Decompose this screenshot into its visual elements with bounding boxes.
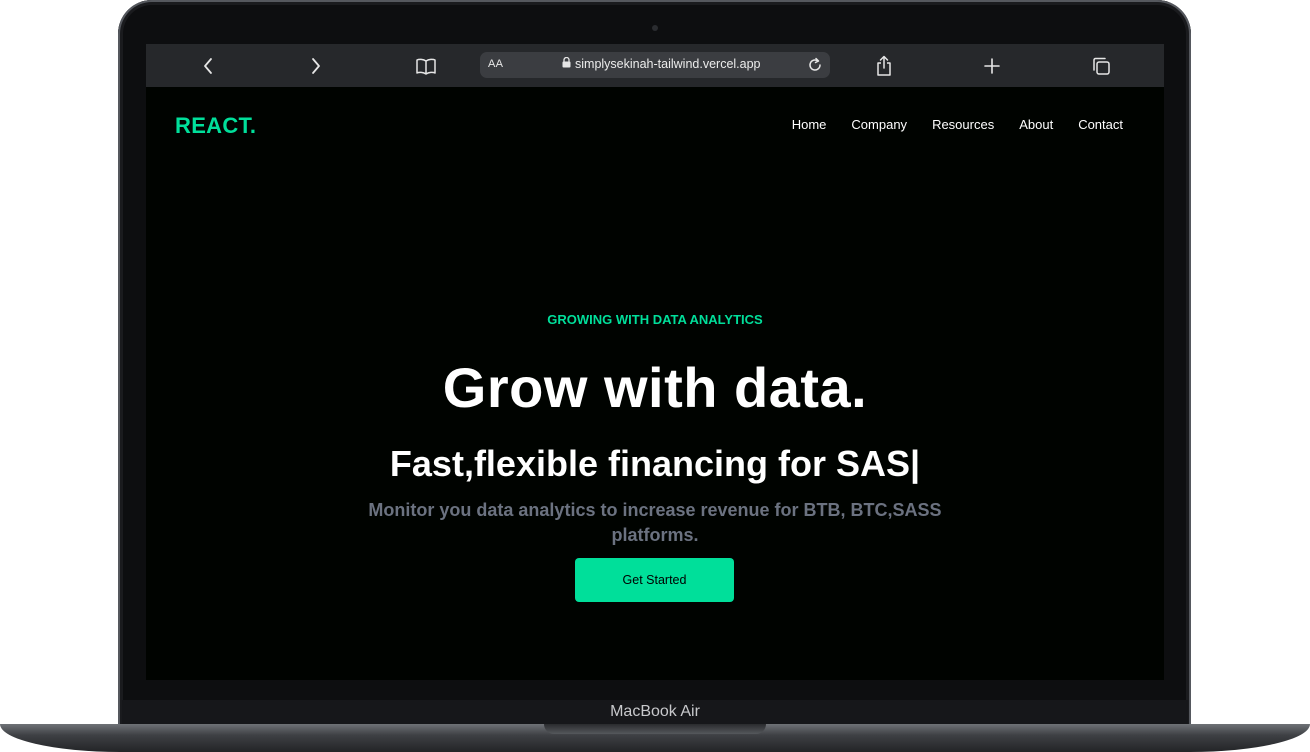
share-icon[interactable] bbox=[872, 54, 896, 78]
hero-eyebrow: GROWING WITH DATA ANALYTICS bbox=[547, 312, 763, 327]
device-label: MacBook Air bbox=[610, 703, 700, 720]
main-nav: Home Company Resources About Contact bbox=[792, 117, 1123, 132]
url-display: simplysekinah-tailwind.vercel.app bbox=[562, 56, 761, 71]
nav-item-contact[interactable]: Contact bbox=[1078, 117, 1123, 132]
browser-toolbar: AA simplysekinah-tailwind.vercel.app bbox=[146, 44, 1164, 87]
hero-description: Monitor you data analytics to increase r… bbox=[368, 500, 942, 545]
bookmarks-icon[interactable] bbox=[414, 54, 438, 78]
reload-icon[interactable] bbox=[806, 56, 824, 74]
hero-subheadline: Fast,flexible financing for SAS| bbox=[389, 443, 921, 484]
laptop-notch bbox=[544, 724, 766, 734]
reader-text-size-button[interactable]: AA bbox=[488, 58, 503, 70]
new-tab-icon[interactable] bbox=[980, 54, 1004, 78]
nav-item-home[interactable]: Home bbox=[792, 117, 827, 132]
screen: AA simplysekinah-tailwind.vercel.app REA… bbox=[146, 44, 1164, 680]
nav-item-company[interactable]: Company bbox=[851, 117, 907, 132]
web-page: REACT. Home Company Resources About Cont… bbox=[146, 87, 1164, 680]
nav-item-about[interactable]: About bbox=[1019, 117, 1053, 132]
get-started-button[interactable]: Get Started bbox=[575, 558, 734, 602]
camera-icon bbox=[652, 25, 658, 31]
site-logo[interactable]: REACT. bbox=[175, 113, 256, 139]
nav-item-resources[interactable]: Resources bbox=[932, 117, 994, 132]
tabs-icon[interactable] bbox=[1089, 54, 1113, 78]
device-mockup: MacBook Air AA simplysekinah-tailwind.ve… bbox=[0, 0, 1310, 752]
hero-headline: Grow with data. bbox=[442, 356, 868, 419]
address-bar[interactable]: AA simplysekinah-tailwind.vercel.app bbox=[480, 52, 830, 78]
lock-icon bbox=[562, 56, 571, 71]
back-icon[interactable] bbox=[196, 54, 220, 78]
url-text: simplysekinah-tailwind.vercel.app bbox=[575, 57, 761, 71]
forward-icon[interactable] bbox=[304, 54, 328, 78]
